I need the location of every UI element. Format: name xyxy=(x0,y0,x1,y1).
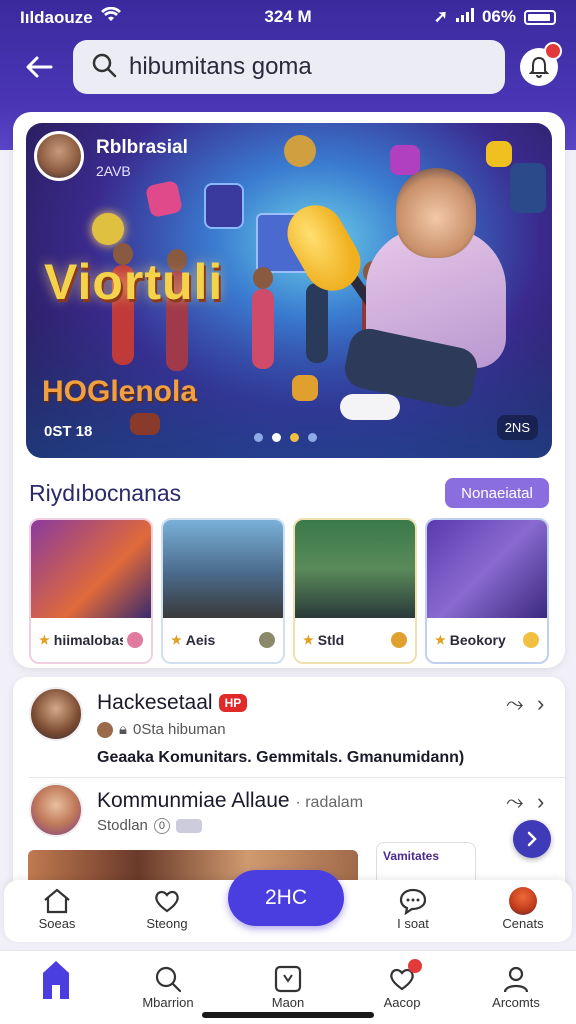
next-fab-button[interactable] xyxy=(513,820,551,858)
chevron-right-icon xyxy=(527,831,537,847)
status-bar: Iıldaouze 324 M ➚ 06% xyxy=(0,0,576,34)
toggle-icon xyxy=(175,818,202,833)
emoji-icon xyxy=(391,632,407,648)
thumb-card[interactable]: ★ hiimalobas xyxy=(29,518,153,664)
create-icon xyxy=(238,963,338,995)
host-name: Rblbrasial xyxy=(96,137,188,158)
thumb-card[interactable]: ★ Beokory xyxy=(425,518,549,664)
thumb-image xyxy=(163,520,283,618)
list-item-title[interactable]: Hackesetaal HP xyxy=(97,691,248,715)
thumb-image xyxy=(295,520,415,618)
list-item-title[interactable]: Kommunmiae Allaue · radalam xyxy=(97,789,363,813)
notification-button[interactable] xyxy=(520,42,562,86)
list-item-meta: 0Sta hibuman xyxy=(132,721,226,738)
host-avatar[interactable] xyxy=(34,131,84,181)
share-arrow-icon[interactable]: ⤳ xyxy=(506,691,524,717)
hero-banner[interactable]: Rblbrasial 2AVB Viortuli HOGlenola 0ST 1… xyxy=(26,123,552,458)
back-button[interactable] xyxy=(20,48,58,86)
profile-avatar-icon xyxy=(478,886,568,916)
sticker-icon xyxy=(204,183,244,229)
sticker-icon xyxy=(486,141,512,167)
location-icon: ➚ xyxy=(433,7,448,26)
star-icon: ★ xyxy=(171,633,182,647)
singer-figure xyxy=(340,168,516,438)
signal-icon xyxy=(455,7,474,27)
home-indicator[interactable] xyxy=(202,1012,374,1018)
dancer-figure xyxy=(306,261,328,363)
chevron-right-icon[interactable]: › xyxy=(537,789,544,815)
action-toolbar: Soeas Steong 2HC I soat Cenats xyxy=(4,870,572,942)
thumb-label: Stld xyxy=(317,632,345,648)
badge-icon xyxy=(259,632,275,648)
heart-search-icon xyxy=(122,886,212,916)
thumbnail-row: ★ hiimalobas ★ Aeis ★ Stld ★ Beokory xyxy=(29,518,549,664)
host-subtitle: 2AVB xyxy=(96,163,131,179)
sticker-icon xyxy=(292,375,318,401)
share-arrow-icon[interactable]: ⤳ xyxy=(506,789,524,815)
live-badge: HP xyxy=(218,694,248,713)
toolbar-heart[interactable]: Steong xyxy=(122,886,212,931)
search-icon xyxy=(118,963,218,995)
arrow-left-icon xyxy=(26,56,53,78)
section-title: Riydıbocnanas xyxy=(29,480,182,506)
emoji-icon xyxy=(127,632,143,648)
lock-icon: 🔒︎ xyxy=(119,721,127,738)
sticker-icon xyxy=(130,413,160,435)
info-icon: 0 xyxy=(153,817,170,834)
sticker-icon xyxy=(145,180,183,218)
star-icon: ★ xyxy=(435,633,446,647)
mini-avatar xyxy=(97,721,113,738)
thumb-image xyxy=(427,520,547,618)
user-icon xyxy=(466,963,566,995)
list-item-description: Geaaka Komunitars. Gemmitals. Gmanumidan… xyxy=(97,749,465,766)
carousel-dots[interactable] xyxy=(254,433,317,442)
thumb-card[interactable]: ★ Stld xyxy=(293,518,417,664)
hero-tag: 2NS xyxy=(496,415,538,440)
center-action-button[interactable]: 2HC xyxy=(228,870,344,926)
battery-percent: 06% xyxy=(481,7,516,26)
thumb-image xyxy=(31,520,151,618)
divider xyxy=(29,777,565,778)
star-icon: ★ xyxy=(303,633,314,647)
nav-account[interactable]: Arcomts xyxy=(466,963,566,1010)
toolbar-chat[interactable]: I soat xyxy=(368,886,458,931)
avatar[interactable] xyxy=(29,687,83,741)
hero-headline: Viortuli xyxy=(44,254,224,310)
sticker-icon xyxy=(284,135,316,167)
thumb-label: hiimalobas xyxy=(53,632,123,648)
hero-date: 0ST 18 xyxy=(44,423,93,440)
list-item-meta: Stodlan xyxy=(97,817,148,834)
notification-dot xyxy=(408,959,422,973)
home-icon xyxy=(6,961,106,999)
search-input[interactable]: hibumitans goma xyxy=(73,40,505,94)
chevron-right-icon[interactable]: › xyxy=(537,691,544,717)
star-icon: ★ xyxy=(39,633,50,647)
nav-activity[interactable]: Aacop xyxy=(352,959,452,1010)
bell-icon xyxy=(529,56,549,78)
search-query: hibumitans goma xyxy=(129,53,312,80)
dancer-figure xyxy=(252,267,274,369)
heart-icon xyxy=(352,959,452,995)
group-avatar[interactable] xyxy=(29,783,83,837)
toolbar-home[interactable]: Soeas xyxy=(12,886,102,931)
thumb-label: Aeis xyxy=(185,632,216,648)
thumb-label: Beokory xyxy=(449,632,506,648)
featured-card: Rblbrasial 2AVB Viortuli HOGlenola 0ST 1… xyxy=(13,112,565,668)
nav-home[interactable] xyxy=(6,961,106,999)
notification-dot xyxy=(544,42,562,60)
chat-icon xyxy=(368,886,458,916)
home-icon xyxy=(12,886,102,916)
sticker-icon xyxy=(92,213,124,245)
battery-icon xyxy=(524,9,556,25)
emoji-icon xyxy=(523,632,539,648)
thumb-card[interactable]: ★ Aeis xyxy=(161,518,285,664)
section-pill-button[interactable]: Nonaeiatal xyxy=(445,478,549,508)
toolbar-profile[interactable]: Cenats xyxy=(478,886,568,931)
nav-create[interactable]: Maon xyxy=(238,963,338,1010)
search-icon xyxy=(91,52,117,83)
nav-search[interactable]: Mbarrion xyxy=(118,963,218,1010)
hero-brand: HOGlenola xyxy=(42,375,198,408)
